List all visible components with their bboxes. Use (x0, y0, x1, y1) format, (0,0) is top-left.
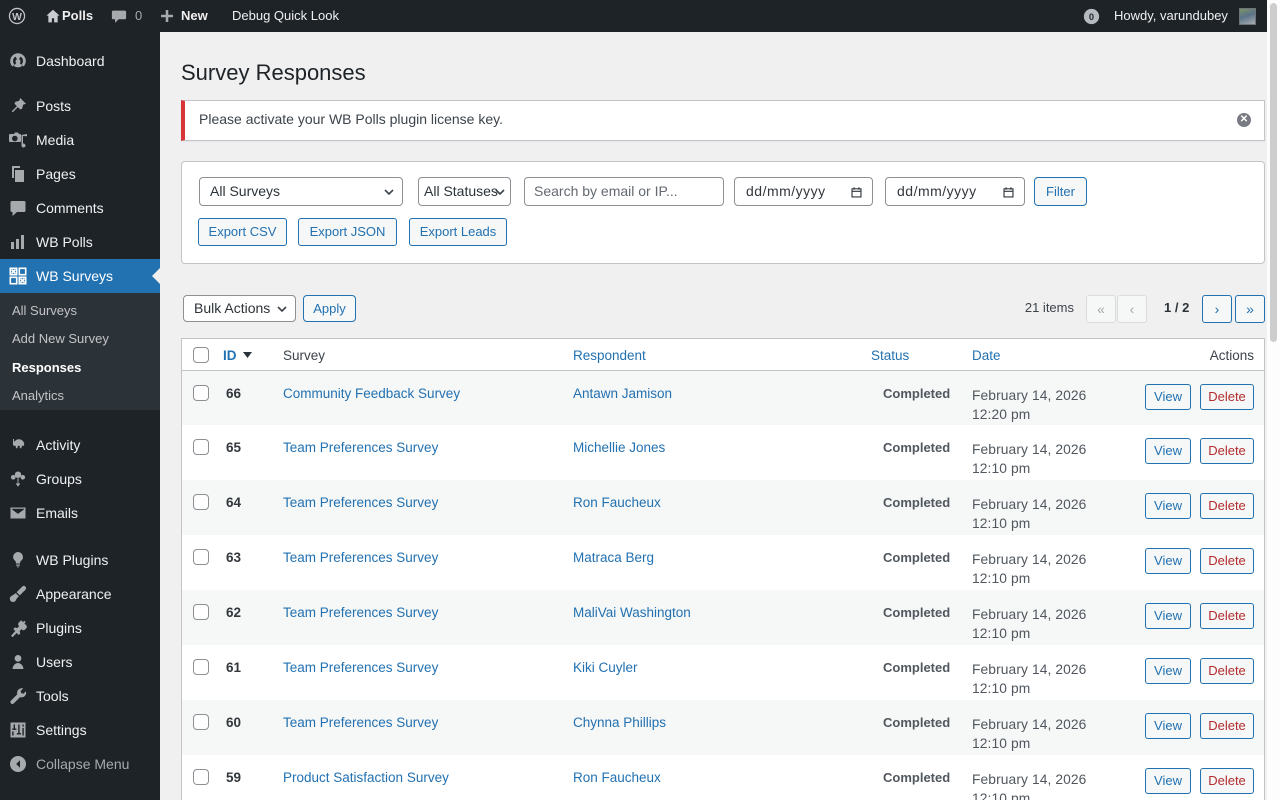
svg-text:W: W (12, 12, 22, 23)
svg-text:0: 0 (1089, 12, 1094, 22)
